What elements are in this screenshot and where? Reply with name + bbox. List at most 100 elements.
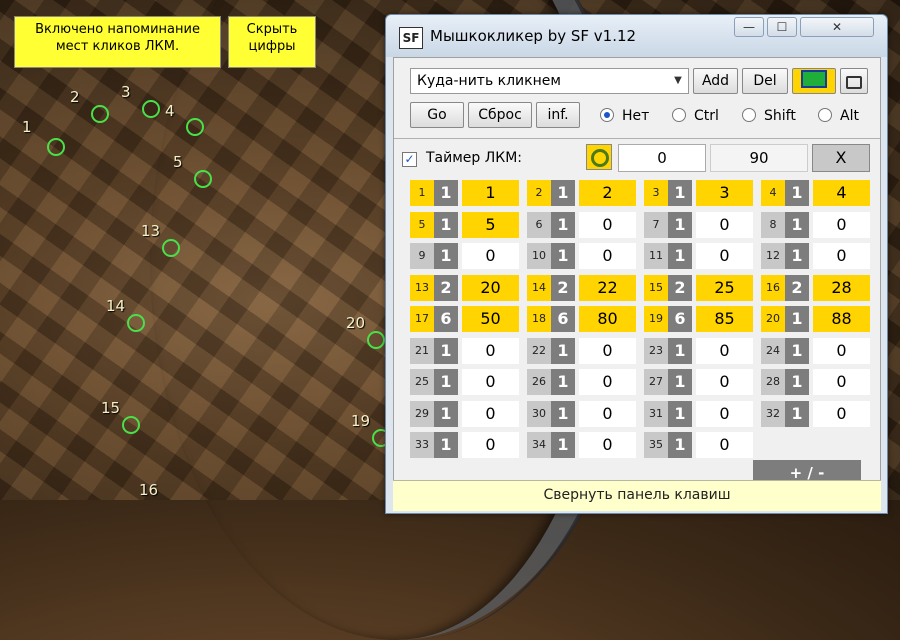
reset-button[interactable]: Сброс [468, 102, 532, 128]
key-delay-value[interactable]: 0 [696, 243, 753, 269]
key-number[interactable]: 20 [761, 306, 785, 332]
key-delay-value[interactable]: 2 [579, 180, 636, 206]
key-click-count[interactable]: 1 [551, 400, 575, 427]
key-click-count[interactable]: 1 [785, 400, 809, 427]
key-delay-value[interactable]: 0 [462, 432, 519, 458]
key-cell[interactable]: 24 1 0 [761, 337, 870, 364]
timer-checkbox[interactable]: ✓ [402, 152, 417, 167]
key-delay-value[interactable]: 85 [696, 306, 753, 332]
key-number[interactable]: 2 [527, 180, 551, 206]
radio-ctrl[interactable]: Ctrl [672, 108, 719, 124]
key-delay-value[interactable]: 0 [579, 369, 636, 395]
key-delay-value[interactable]: 0 [813, 243, 870, 269]
key-delay-value[interactable]: 0 [696, 369, 753, 395]
chevron-down-icon[interactable]: ▼ [668, 69, 688, 93]
key-click-count[interactable]: 1 [434, 400, 458, 427]
key-delay-value[interactable]: 0 [462, 243, 519, 269]
timer-value-1[interactable]: 0 [618, 144, 706, 172]
key-cell[interactable]: 25 1 0 [410, 369, 519, 395]
key-click-count[interactable]: 1 [551, 243, 575, 269]
key-click-count[interactable]: 1 [785, 180, 809, 206]
key-number[interactable]: 11 [644, 243, 668, 269]
key-cell[interactable]: 34 1 0 [527, 432, 636, 458]
key-number[interactable]: 30 [527, 400, 551, 427]
title-bar[interactable]: SF Мышкокликер by SF v1.12 — ☐ ✕ [386, 15, 887, 57]
key-click-count[interactable]: 1 [551, 432, 575, 458]
key-number[interactable]: 24 [761, 337, 785, 364]
key-cell[interactable]: 27 1 0 [644, 369, 753, 395]
key-cell[interactable]: 414 [761, 180, 870, 206]
key-click-count[interactable]: 1 [668, 369, 692, 395]
key-cell[interactable]: 23 1 0 [644, 337, 753, 364]
key-click-count[interactable]: 1 [551, 211, 575, 238]
key-delay-value[interactable]: 0 [579, 243, 636, 269]
key-delay-value[interactable]: 25 [696, 274, 753, 301]
key-click-count[interactable]: 6 [434, 306, 458, 332]
key-delay-value[interactable]: 80 [579, 306, 636, 332]
key-number[interactable]: 27 [644, 369, 668, 395]
key-click-count[interactable]: 1 [668, 243, 692, 269]
key-cell[interactable]: 16 2 28 [761, 274, 870, 301]
key-delay-value[interactable]: 0 [813, 337, 870, 364]
key-click-count[interactable]: 1 [668, 211, 692, 238]
key-cell[interactable]: 31 1 0 [644, 400, 753, 427]
key-number[interactable]: 17 [410, 306, 434, 332]
key-cell[interactable]: 810 [761, 211, 870, 238]
key-cell[interactable]: 212 [527, 180, 636, 206]
key-click-count[interactable]: 2 [434, 274, 458, 301]
key-number[interactable]: 15 [644, 274, 668, 301]
key-delay-value[interactable]: 0 [696, 400, 753, 427]
key-cell[interactable]: 33 1 0 [410, 432, 519, 458]
key-cell[interactable]: 11 1 0 [644, 243, 753, 269]
key-cell[interactable]: 15 2 25 [644, 274, 753, 301]
key-number[interactable]: 12 [761, 243, 785, 269]
minimize-button[interactable]: — [734, 17, 764, 37]
key-cell[interactable]: 515 [410, 211, 519, 238]
key-number[interactable]: 32 [761, 400, 785, 427]
key-delay-value[interactable]: 0 [579, 337, 636, 364]
key-number[interactable]: 34 [527, 432, 551, 458]
timer-value-2[interactable]: 90 [710, 144, 808, 172]
key-delay-value[interactable]: 4 [813, 180, 870, 206]
key-delay-value[interactable]: 0 [696, 432, 753, 458]
key-click-count[interactable]: 1 [785, 211, 809, 238]
key-number[interactable]: 18 [527, 306, 551, 332]
radio-shift[interactable]: Shift [742, 108, 796, 124]
radio-alt[interactable]: Alt [818, 108, 859, 124]
key-delay-value[interactable]: 0 [579, 432, 636, 458]
key-click-count[interactable]: 6 [668, 306, 692, 332]
key-click-count[interactable]: 1 [785, 243, 809, 269]
key-delay-value[interactable]: 3 [696, 180, 753, 206]
radio-none[interactable]: Нет [600, 108, 649, 124]
key-click-count[interactable]: 1 [668, 337, 692, 364]
key-cell[interactable]: 19 6 85 [644, 306, 753, 332]
key-cell[interactable]: 29 1 0 [410, 400, 519, 427]
key-click-count[interactable]: 1 [551, 369, 575, 395]
key-number[interactable]: 4 [761, 180, 785, 206]
key-click-count[interactable]: 1 [551, 337, 575, 364]
key-delay-value[interactable]: 20 [462, 274, 519, 301]
key-cell[interactable]: 313 [644, 180, 753, 206]
key-number[interactable]: 9 [410, 243, 434, 269]
key-click-count[interactable]: 1 [785, 369, 809, 395]
key-cell[interactable]: 35 1 0 [644, 432, 753, 458]
key-number[interactable]: 28 [761, 369, 785, 395]
key-cell[interactable]: 20 1 88 [761, 306, 870, 332]
key-cell[interactable]: 18 6 80 [527, 306, 636, 332]
hide-numbers-button[interactable]: Скрыть цифры [228, 16, 316, 68]
key-delay-value[interactable]: 0 [696, 337, 753, 364]
key-click-count[interactable]: 1 [551, 180, 575, 206]
key-number[interactable]: 7 [644, 211, 668, 238]
go-button[interactable]: Go [410, 102, 464, 128]
info-button[interactable]: inf. [536, 102, 580, 128]
key-cell[interactable]: 14 2 22 [527, 274, 636, 301]
key-number[interactable]: 13 [410, 274, 434, 301]
key-cell[interactable]: 30 1 0 [527, 400, 636, 427]
key-cell[interactable]: 610 [527, 211, 636, 238]
key-click-count[interactable]: 1 [434, 432, 458, 458]
key-click-count[interactable]: 1 [668, 400, 692, 427]
record-ring-icon[interactable] [586, 144, 612, 170]
key-number[interactable]: 8 [761, 211, 785, 238]
key-delay-value[interactable]: 0 [579, 211, 636, 238]
key-number[interactable]: 22 [527, 337, 551, 364]
